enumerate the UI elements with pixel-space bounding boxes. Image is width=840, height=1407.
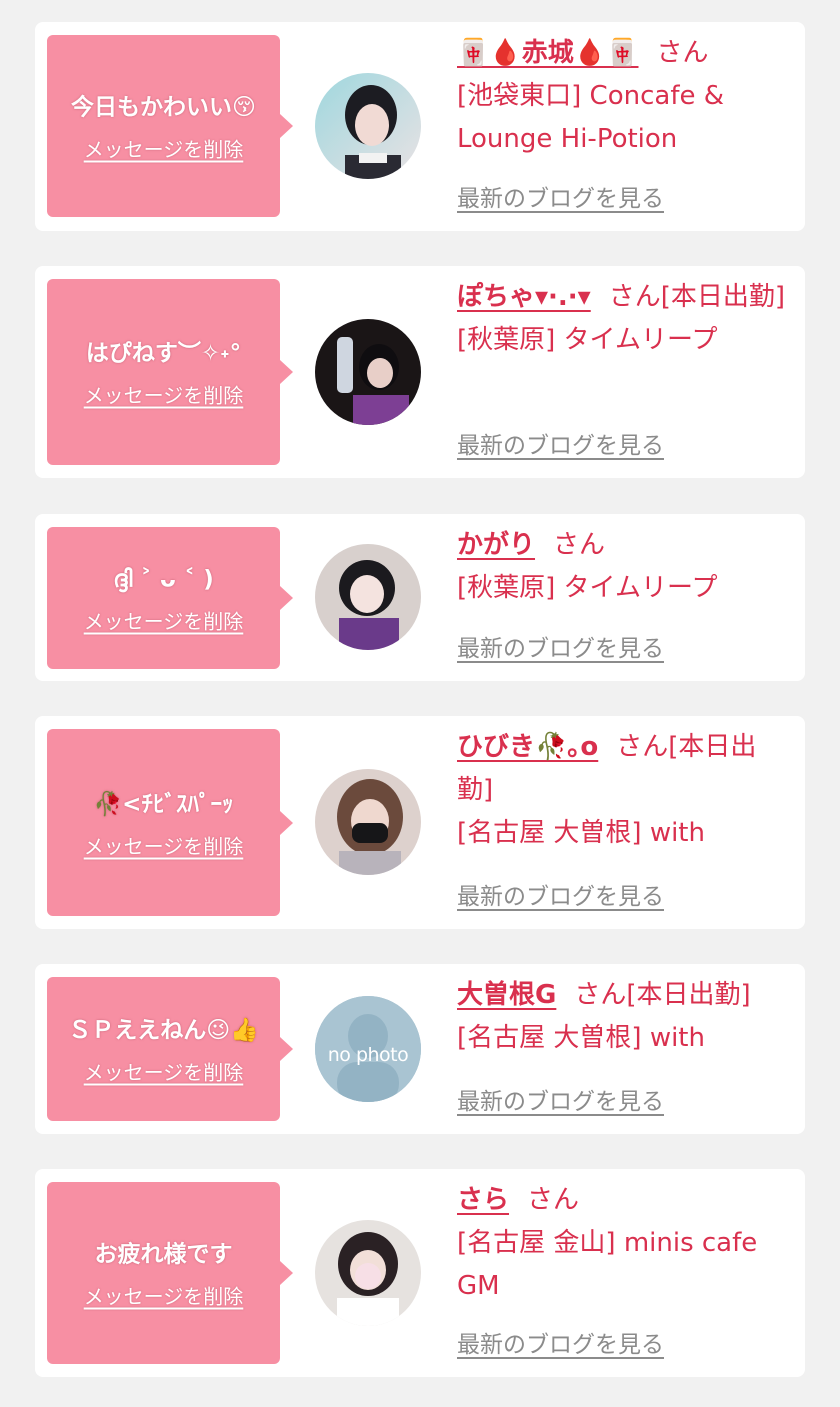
message-text: ＳＰええねん😉👍 (68, 1017, 259, 1044)
latest-blog-link[interactable]: 最新のブログを見る (457, 179, 664, 213)
delete-message-link[interactable]: メッセージを削除 (84, 1057, 244, 1086)
delete-message-link[interactable]: メッセージを削除 (84, 1281, 244, 1310)
cast-name-link[interactable]: ひびき🥀｡o (457, 732, 598, 762)
delete-message-link[interactable]: メッセージを削除 (84, 606, 244, 635)
message-card: はぴねす︶✧˖° メッセージを削除 ぽちゃ▾·.·▾ さん[本日出勤] [秋葉原]… (35, 266, 805, 478)
delete-message-link[interactable]: メッセージを削除 (84, 830, 244, 859)
cast-name-link[interactable]: さら (457, 1185, 509, 1215)
avatar[interactable] (315, 1220, 421, 1326)
message-card: ＳＰええねん😉👍 メッセージを削除 no photo 大曽根G さん[本日出勤] … (35, 964, 805, 1134)
honorific: さん (553, 530, 606, 560)
message-text: お疲れ様です (94, 1241, 233, 1268)
shop-name: [池袋東口] Concafe & Lounge Hi-Potion (457, 81, 725, 154)
message-text: はぴねす︶✧˖° (85, 340, 242, 367)
profile-info: ぽちゃ▾·.·▾ さん[本日出勤] [秋葉原] タイムリープ (457, 276, 787, 362)
profile-info: さら さん [名古屋 金山] minis cafe GM (457, 1179, 787, 1308)
profile-info: 大曽根G さん[本日出勤] [名古屋 大曽根] with (457, 974, 787, 1060)
latest-blog-link[interactable]: 最新のブログを見る (457, 1082, 664, 1116)
message-bubble: お疲れ様です メッセージを削除 (47, 1182, 293, 1364)
avatar[interactable]: no photo (315, 996, 421, 1102)
message-bubble: 🥀<ﾁﾋﾞｽﾊﾟｰｯ メッセージを削除 (47, 729, 293, 916)
latest-blog-link[interactable]: 最新のブログを見る (457, 877, 664, 911)
honorific: さん (574, 980, 627, 1010)
cast-name-link[interactable]: 大曽根G (457, 980, 556, 1010)
shop-name: [名古屋 大曽根] with (457, 818, 705, 848)
message-card: 🥀<ﾁﾋﾞｽﾊﾟｰｯ メッセージを削除 ひびき🥀｡o さん[本日出勤] [名古屋 … (35, 716, 805, 929)
honorific: さん (608, 282, 661, 312)
message-text: ദ്ദി ˃ ᴗ ˂ ) (113, 566, 214, 593)
avatar[interactable] (315, 769, 421, 875)
status: [本日出勤] (660, 282, 786, 312)
message-text: 🥀<ﾁﾋﾞｽﾊﾟｰｯ (93, 791, 234, 817)
message-text: 今日もかわいい😚 (71, 94, 256, 121)
message-bubble: ദ്ദി ˃ ᴗ ˂ ) メッセージを削除 (47, 527, 293, 669)
no-photo-label: no photo (327, 1044, 409, 1066)
profile-info: ひびき🥀｡o さん[本日出勤] [名古屋 大曽根] with (457, 726, 787, 855)
avatar[interactable] (315, 544, 421, 650)
message-card: お疲れ様です メッセージを削除 さら さん [名古屋 金山] minis cafe… (35, 1169, 805, 1377)
honorific: さん (616, 732, 669, 762)
profile-info: かがり さん [秋葉原] タイムリープ (457, 524, 787, 610)
delete-message-link[interactable]: メッセージを削除 (84, 380, 244, 409)
cast-name-link[interactable]: 🀄🩸赤城🩸🀄 (457, 38, 639, 68)
cast-name-link[interactable]: かがり (457, 530, 535, 560)
shop-name: [秋葉原] タイムリープ (457, 573, 718, 603)
latest-blog-link[interactable]: 最新のブログを見る (457, 426, 664, 460)
status: [本日出勤] (626, 980, 751, 1010)
honorific: さん (656, 38, 709, 68)
latest-blog-link[interactable]: 最新のブログを見る (457, 1325, 664, 1359)
message-card: 今日もかわいい😚 メッセージを削除 🀄🩸赤城🩸🀄 さん [池袋東口] Concaf… (35, 22, 805, 231)
delete-message-link[interactable]: メッセージを削除 (84, 134, 244, 163)
shop-name: [名古屋 金山] minis cafe GM (457, 1228, 758, 1301)
message-bubble: はぴねす︶✧˖° メッセージを削除 (47, 279, 293, 465)
message-bubble: 今日もかわいい😚 メッセージを削除 (47, 35, 293, 217)
honorific: さん (527, 1185, 580, 1215)
message-bubble: ＳＰええねん😉👍 メッセージを削除 (47, 977, 293, 1121)
avatar[interactable] (315, 73, 421, 179)
latest-blog-link[interactable]: 最新のブログを見る (457, 629, 664, 663)
avatar[interactable] (315, 319, 421, 425)
message-card: ദ്ദി ˃ ᴗ ˂ ) メッセージを削除 かがり さん [秋葉原] タイムリープ… (35, 514, 805, 681)
shop-name: [秋葉原] タイムリープ (457, 325, 718, 355)
cast-name-link[interactable]: ぽちゃ▾·.·▾ (457, 282, 591, 312)
shop-name: [名古屋 大曽根] with (457, 1023, 705, 1053)
profile-info: 🀄🩸赤城🩸🀄 さん [池袋東口] Concafe & Lounge Hi-Poti… (457, 32, 787, 161)
